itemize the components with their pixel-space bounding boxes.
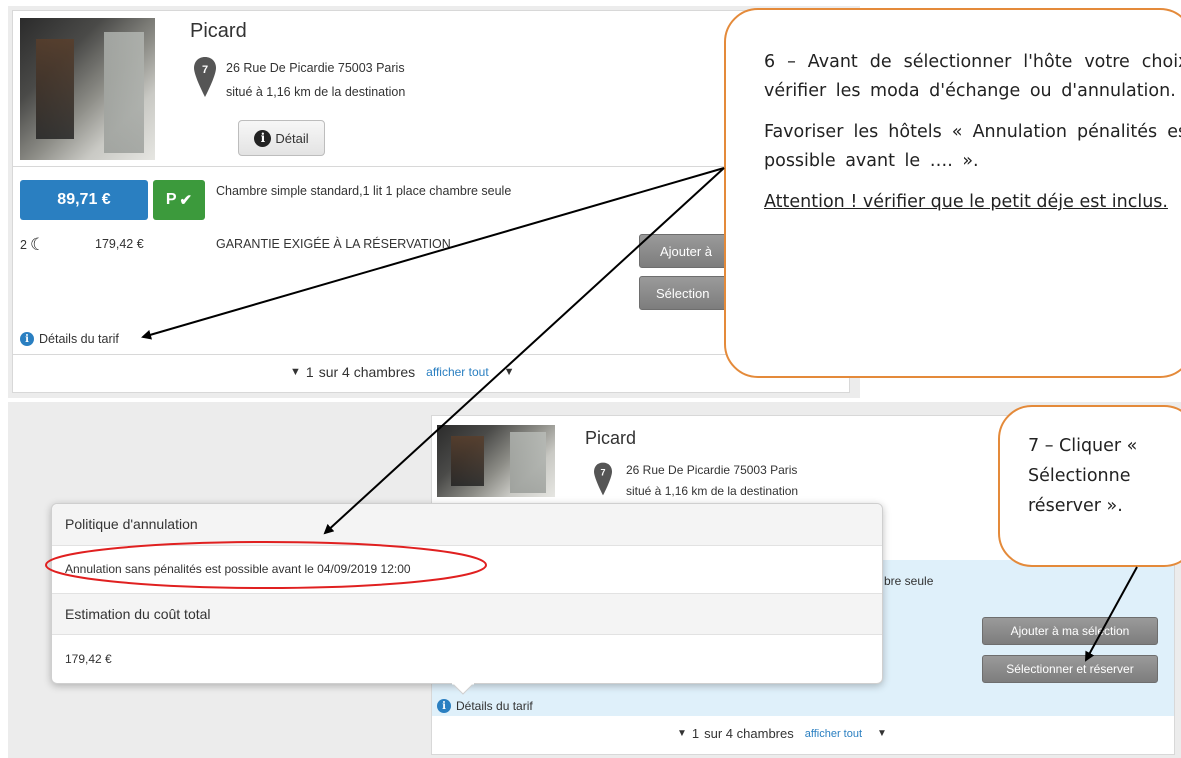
annotation-arrows bbox=[45, 167, 1138, 662]
arrow-to-rate-details bbox=[141, 167, 725, 340]
arrow-to-cancel-policy bbox=[323, 167, 725, 535]
arrow-to-select-button bbox=[1085, 566, 1138, 662]
cancel-policy-highlight bbox=[45, 541, 487, 589]
